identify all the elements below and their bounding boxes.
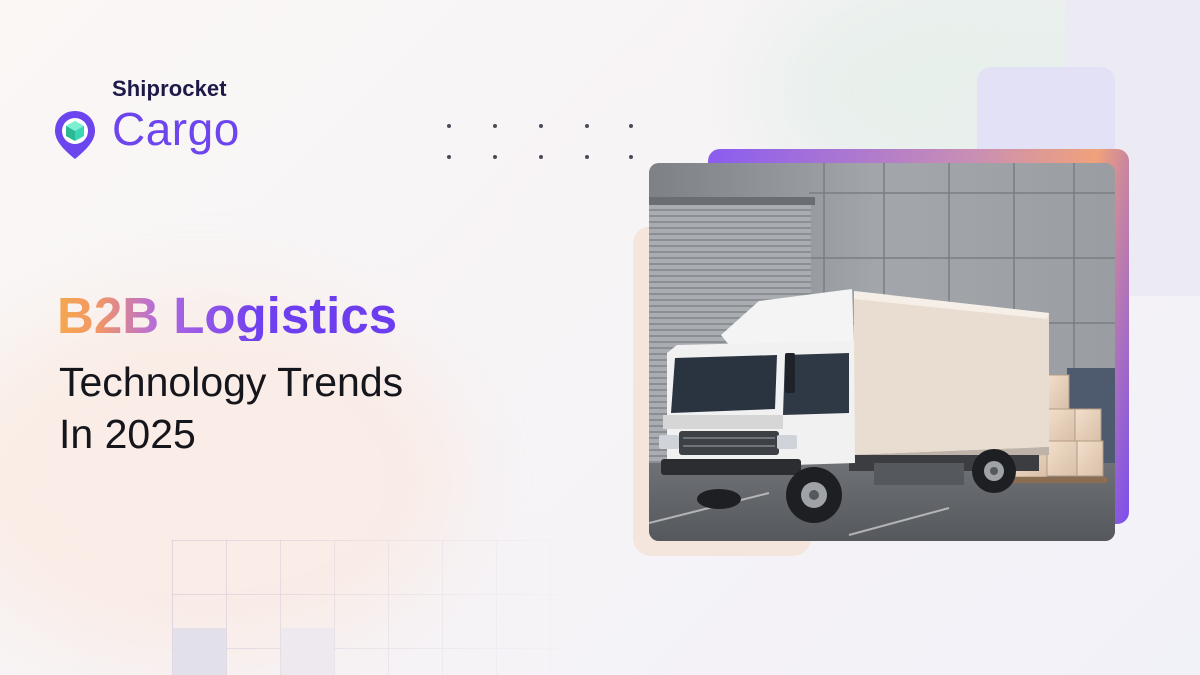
brand-company: Shiprocket <box>112 76 227 101</box>
page-title: B2B Logistics <box>57 287 398 344</box>
brand-product: Cargo <box>112 103 240 155</box>
decor-dot-grid <box>443 120 643 164</box>
white-delivery-truck-icon <box>649 163 1115 541</box>
decor-grid-cell <box>281 628 334 675</box>
location-pin-box-icon <box>55 111 95 159</box>
subtitle-line-2: In 2025 <box>59 411 196 457</box>
decor-grid-cell <box>173 628 226 675</box>
truck-photo <box>649 163 1115 541</box>
subtitle-line-1: Technology Trends <box>59 359 404 405</box>
decor-grid-pattern <box>172 540 592 675</box>
